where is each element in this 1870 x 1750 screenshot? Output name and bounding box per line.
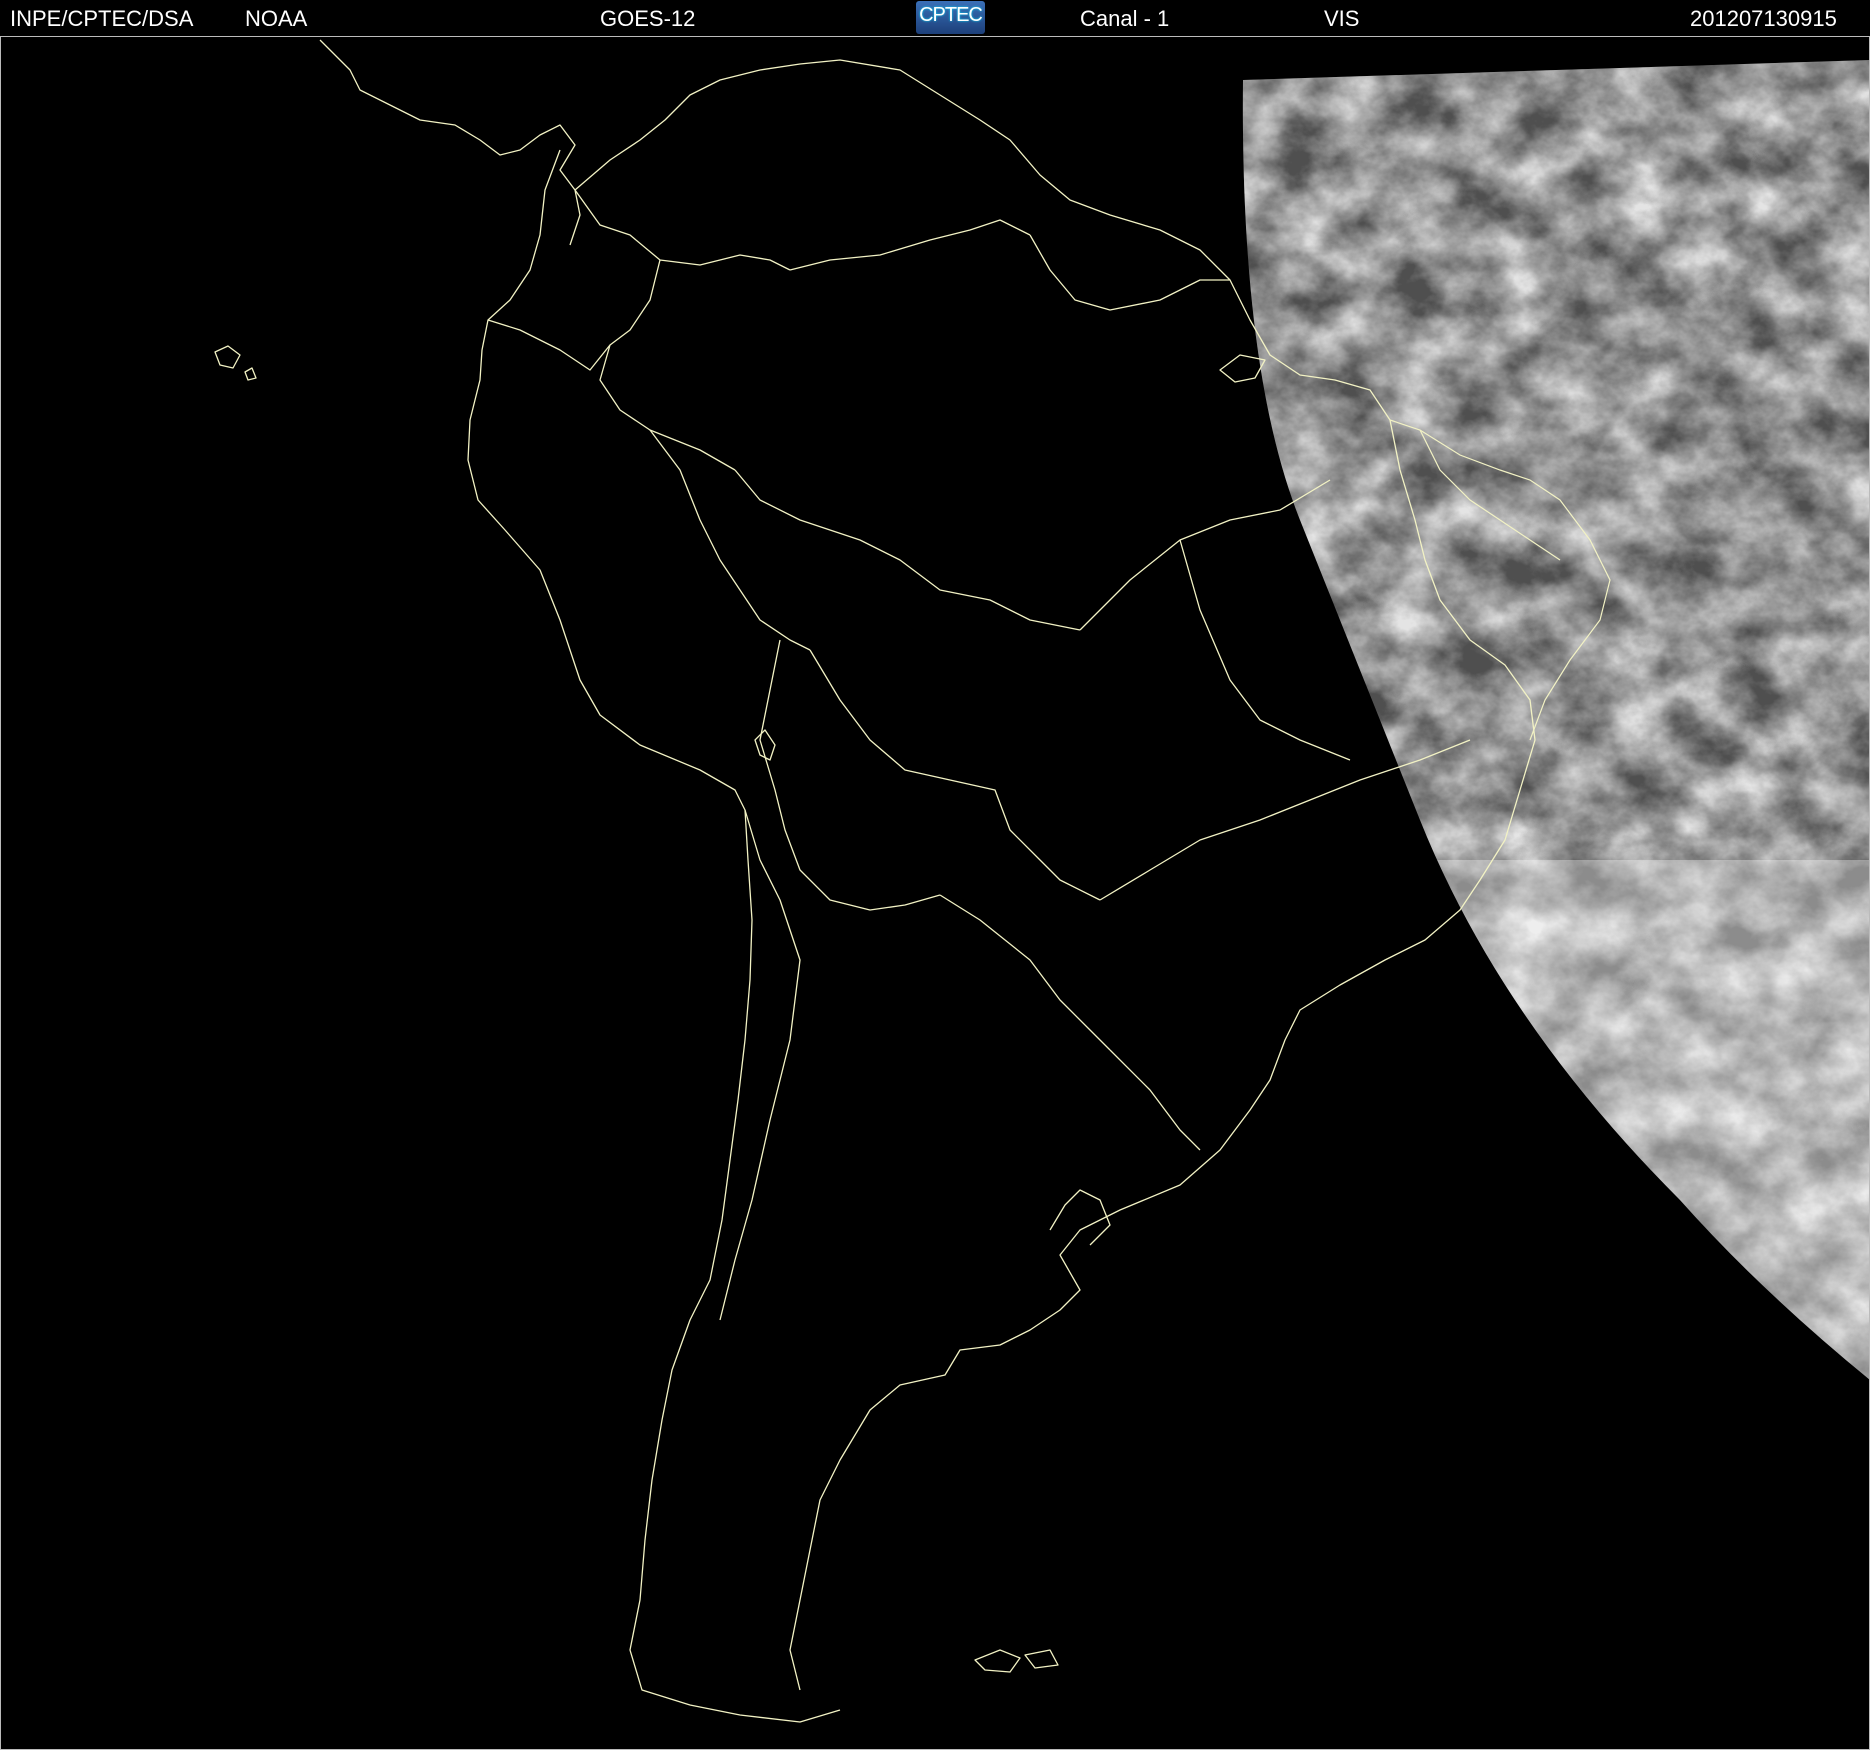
falkland-islands xyxy=(974,1649,1059,1673)
central-america-coast xyxy=(319,39,581,246)
border-guyanas xyxy=(1029,234,1230,311)
border-venezuela-brazil xyxy=(789,219,1031,271)
header-band: VIS xyxy=(1324,6,1360,31)
border-paraguay xyxy=(939,894,1111,1051)
satellite-map xyxy=(214,39,1870,1723)
border-bolivia-south xyxy=(759,639,941,911)
border-amazon-states xyxy=(734,469,1081,631)
border-peru-brazil xyxy=(649,429,811,651)
border-uruguay xyxy=(1109,1049,1201,1151)
daylight-imagery xyxy=(1242,60,1870,1380)
border-bolivia xyxy=(809,649,1101,901)
header-timestamp: 201207130915 xyxy=(1690,6,1837,31)
marajo-island xyxy=(1219,354,1266,383)
pacific-coast xyxy=(467,149,841,1723)
header-channel: Canal - 1 xyxy=(1080,6,1170,31)
border-colombia-brazil xyxy=(599,259,736,471)
header-satellite: GOES-12 xyxy=(600,6,696,31)
border-brazil-states-central xyxy=(1079,479,1331,631)
border-colombia-venezuela xyxy=(574,189,791,271)
rio-de-la-plata xyxy=(1049,1189,1111,1246)
border-argentina-chile xyxy=(719,809,801,1321)
galapagos-islands xyxy=(214,345,257,381)
image-header: INPE/CPTEC/DSA NOAA GOES-12 CPTEC Canal … xyxy=(0,0,1870,36)
border-peru-ecuador xyxy=(487,319,611,371)
logo-text: CPTEC xyxy=(919,4,983,26)
header-org: INPE/CPTEC/DSA xyxy=(10,6,194,31)
cptec-logo: CPTEC xyxy=(916,1,985,34)
header-agency: NOAA xyxy=(245,6,308,31)
